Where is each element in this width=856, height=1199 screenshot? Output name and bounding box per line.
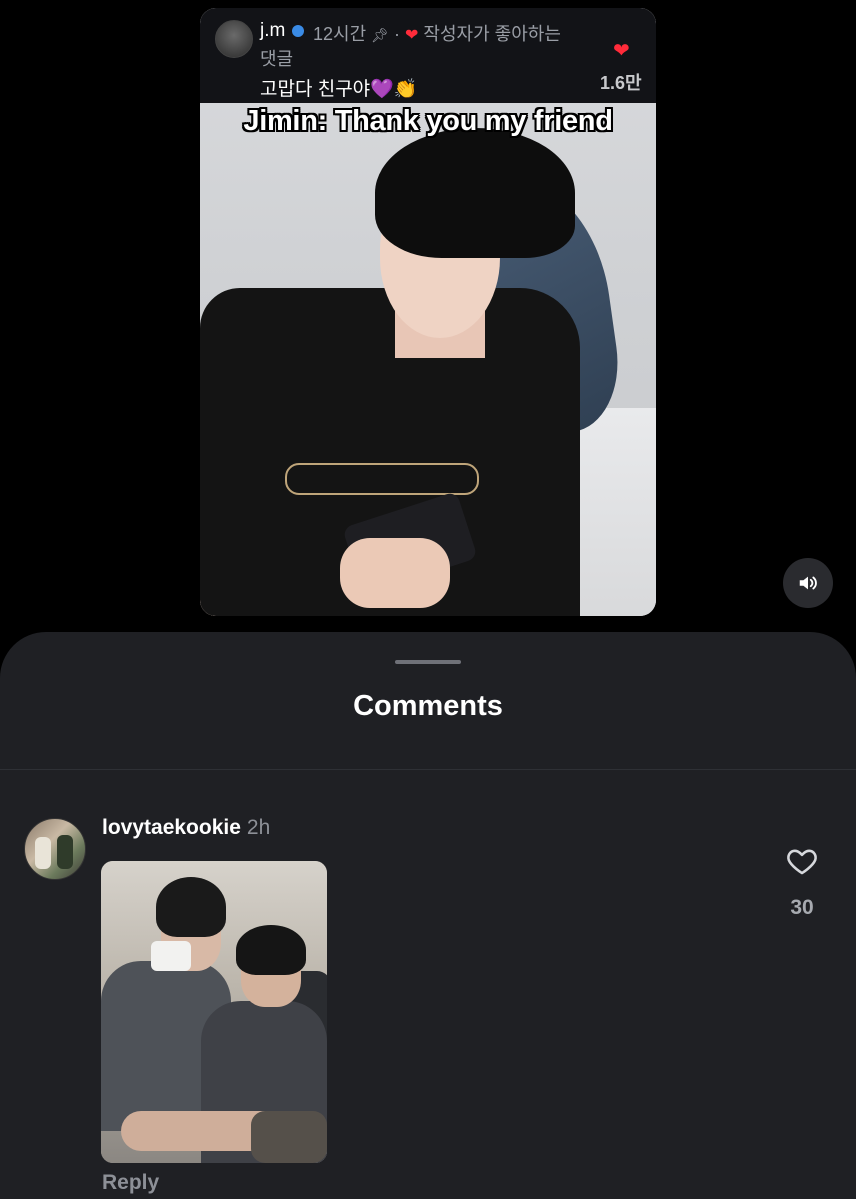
comment-time: 12시간 [313,24,367,44]
like-heart-icon[interactable] [785,844,819,878]
image-hair [236,925,306,975]
reply-button[interactable]: Reply [102,1171,159,1195]
comment-like-count: 1.6만 [600,73,642,93]
video-hair [375,128,575,258]
speaker-icon [799,576,817,590]
pin-icon: 📌︎ [371,27,389,43]
comment-like-heart-icon[interactable]: ❤ [613,38,630,63]
video-shirt-print [285,463,479,495]
pinned-comment-overlay: j.m 12시간 📌︎ · ❤ 작성자가 좋아하는 댓글 고맙다 친구야💜👏 ❤… [200,8,656,103]
avatar-figure [35,837,51,869]
heart-icon: ❤ [404,27,419,44]
image-hair [156,877,226,937]
creator-liked-label: 작성자가 좋아하는 [423,24,561,44]
comment-image[interactable] [101,861,327,1163]
avatar-figure [57,835,73,869]
video-caption: Jimin: Thank you my friend [243,105,613,137]
like-count: 30 [790,896,814,919]
header-divider [0,769,856,770]
commenter-username: j.m [260,20,286,41]
mute-button[interactable] [783,558,833,608]
pinned-comment-text: 고맙다 친구야💜👏 [260,79,418,100]
meta-dot: · [393,24,400,44]
sheet-drag-handle[interactable] [395,660,461,664]
comment-username[interactable]: lovytaekookie 2h [102,816,270,840]
avatar[interactable] [24,818,86,880]
image-tattoo [251,1111,327,1163]
comments-title: Comments [353,690,503,722]
comment-time: 2h [246,816,271,839]
creator-liked-label-line2: 댓글 [260,49,294,69]
image-tissue [151,941,191,971]
verified-badge-icon [292,25,304,37]
video-player[interactable]: j.m 12시간 📌︎ · ❤ 작성자가 좋아하는 댓글 고맙다 친구야💜👏 ❤… [200,8,656,616]
username-text[interactable]: lovytaekookie [102,816,241,839]
comments-sheet: Comments lovytaekookie 2h Reply 30 [0,632,856,1199]
commenter-avatar [215,20,253,58]
comment-meta: 12시간 📌︎ · ❤ 작성자가 좋아하는 [313,20,561,46]
video-hand [340,538,450,608]
